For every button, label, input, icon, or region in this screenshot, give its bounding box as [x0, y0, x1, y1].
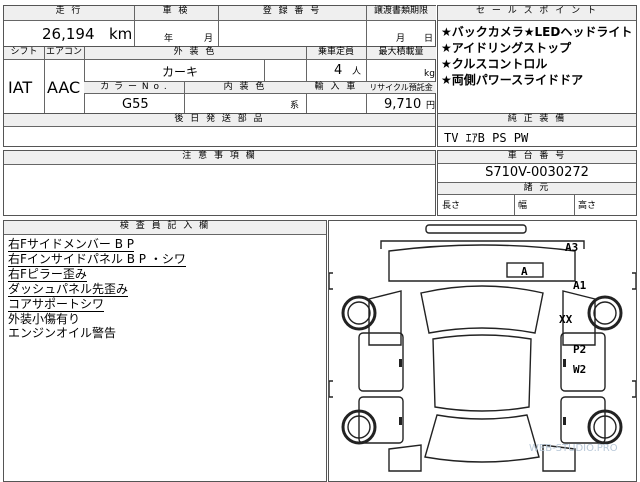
chassis-number-value: S710V-0030272: [485, 165, 589, 180]
inspector-box: 検 査 員 記 入 欄 右Fサイドメンバー B P 右Fインサイドパネル B P…: [3, 220, 327, 482]
import-car-header: 輸 入 車: [306, 82, 366, 93]
inspector-line-2: 右Fインサイドパネル B P ・シワ: [8, 252, 186, 267]
capacity-unit: 人: [352, 67, 362, 77]
inspector-line-7: エンジンオイル警告: [8, 326, 117, 340]
sales-points-box: セ ー ル ス ポ イ ン ト ★バックカメラ★LEDヘッドライト ★アイドリン…: [437, 5, 637, 114]
recycle-value: 9,710: [384, 97, 422, 112]
inspector-line-1: 右Fサイドメンバー B P: [8, 237, 135, 252]
spec-box: シフト エアコン 外 装 色 乗車定員 最大積載量 IAT AAC カーキ 4 …: [3, 46, 436, 114]
recycle-unit: 円: [426, 101, 436, 111]
later-parts-header: 後 日 発 送 部 品: [4, 114, 435, 126]
load-unit: kg: [424, 69, 435, 79]
height-label: 高さ: [578, 201, 597, 211]
registration-number-header: 登 録 番 号: [218, 6, 366, 20]
car-diagram: [329, 224, 636, 472]
shaken-year-unit: 年: [164, 34, 174, 44]
inspector-line-5: コアサポートシワ: [8, 297, 105, 312]
inspector-lines: 右Fサイドメンバー B P 右Fインサイドパネル B P ・シワ 右Fピラー歪み…: [8, 237, 324, 340]
capacity-header: 乗車定員: [306, 47, 366, 59]
interior-color-unit: 系: [290, 101, 300, 111]
max-load-header: 最大積載量: [366, 47, 436, 59]
color-no-value: G55: [122, 97, 149, 112]
ac-value: AAC: [47, 78, 81, 97]
damage-mark-p2: P2: [573, 343, 587, 356]
car-diagram-box: A3 A A1 XX P2 W2 WEB-STUDIO.PRO: [328, 220, 637, 482]
genuine-equipment-value: TV ｴｱB PS PW: [444, 131, 529, 145]
color-no-header: カ ラ ー N o .: [84, 82, 184, 93]
inspector-header: 検 査 員 記 入 欄: [4, 221, 326, 234]
inspector-line-3: 右Fピラー歪み: [8, 267, 87, 282]
mileage-header: 走 行: [4, 6, 134, 20]
damage-mark-xx: XX: [559, 313, 573, 326]
transfer-month-unit: 月: [396, 34, 406, 44]
transfer-day-unit: 日: [424, 34, 434, 44]
sales-point-3: ★クルスコントロル: [441, 57, 548, 71]
damage-mark-a3: A3: [565, 241, 579, 254]
shift-value: IAT: [8, 78, 33, 97]
chassis-box: 車 台 番 号 S710V-0030272 諸 元 長さ 幅 高さ: [437, 150, 637, 216]
exterior-color-value: カーキ: [162, 65, 199, 79]
later-parts-box: 後 日 発 送 部 品: [3, 113, 436, 147]
shift-header: シフト: [4, 47, 44, 59]
notes-box: 注 意 事 項 欄: [3, 150, 436, 216]
inspector-line-4: ダッシュパネル先歪み: [8, 282, 129, 297]
capacity-value: 4: [334, 63, 343, 78]
recycle-deposit-header: リサイクル預託金: [366, 82, 436, 93]
shaken-month-unit: 月: [204, 34, 214, 44]
sales-point-1: ★バックカメラ★LEDヘッドライト: [441, 25, 633, 39]
exterior-color-header: 外 装 色: [84, 47, 306, 59]
mileage-value: 26,194: [42, 25, 95, 43]
sales-point-2: ★アイドリングストップ: [441, 41, 572, 55]
specs-header: 諸 元: [438, 183, 636, 194]
genuine-equipment-header: 純 正 装 備: [438, 114, 636, 126]
interior-color-header: 内 装 色: [184, 82, 306, 93]
top-info-box: 走 行 車 検 登 録 番 号 譲渡書類期限 26,194 km 年 月 月 日: [3, 5, 436, 47]
mileage-unit: km: [109, 25, 133, 43]
width-label: 幅: [518, 201, 528, 211]
shaken-header: 車 検: [134, 6, 218, 20]
sales-points-header: セ ー ル ス ポ イ ン ト: [438, 6, 636, 20]
genuine-equipment-box: 純 正 装 備 TV ｴｱB PS PW: [437, 113, 637, 147]
chassis-number-header: 車 台 番 号: [438, 151, 636, 163]
inspector-line-6: 外装小傷有り: [8, 312, 81, 326]
damage-mark-a-front: A: [521, 265, 528, 278]
transfer-deadline-header: 譲渡書類期限: [366, 6, 436, 20]
watermark: WEB-STUDIO.PRO: [529, 443, 618, 454]
notes-header: 注 意 事 項 欄: [4, 151, 435, 164]
damage-mark-a1: A1: [573, 279, 587, 292]
ac-header: エアコン: [44, 47, 84, 59]
length-label: 長さ: [442, 201, 461, 211]
damage-mark-w2: W2: [573, 363, 587, 376]
sales-point-4: ★両側パワースライドドア: [441, 73, 584, 87]
